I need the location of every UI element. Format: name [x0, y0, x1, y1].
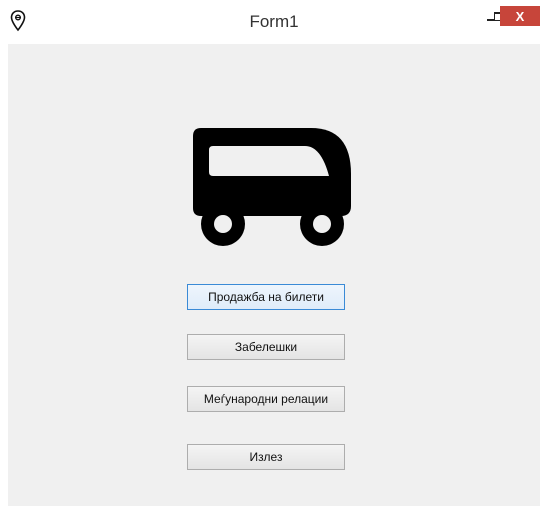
- client-area: Продажба на билети Забелешки Меѓународни…: [8, 44, 540, 506]
- notes-button[interactable]: Забелешки: [187, 334, 345, 360]
- bus-icon: [193, 128, 351, 246]
- close-button[interactable]: X: [500, 6, 540, 26]
- window-title: Form1: [249, 12, 299, 31]
- exit-button[interactable]: Излез: [187, 444, 345, 470]
- close-icon: X: [515, 8, 525, 24]
- international-routes-button[interactable]: Меѓународни релации: [187, 386, 345, 412]
- map-pin-icon[interactable]: [10, 10, 26, 32]
- app-window: Form1 X Продажба на билети Забелешки Меѓ…: [0, 0, 548, 506]
- ticket-sales-button[interactable]: Продажба на билети: [187, 284, 345, 310]
- title-bar[interactable]: Form1 X: [0, 0, 548, 44]
